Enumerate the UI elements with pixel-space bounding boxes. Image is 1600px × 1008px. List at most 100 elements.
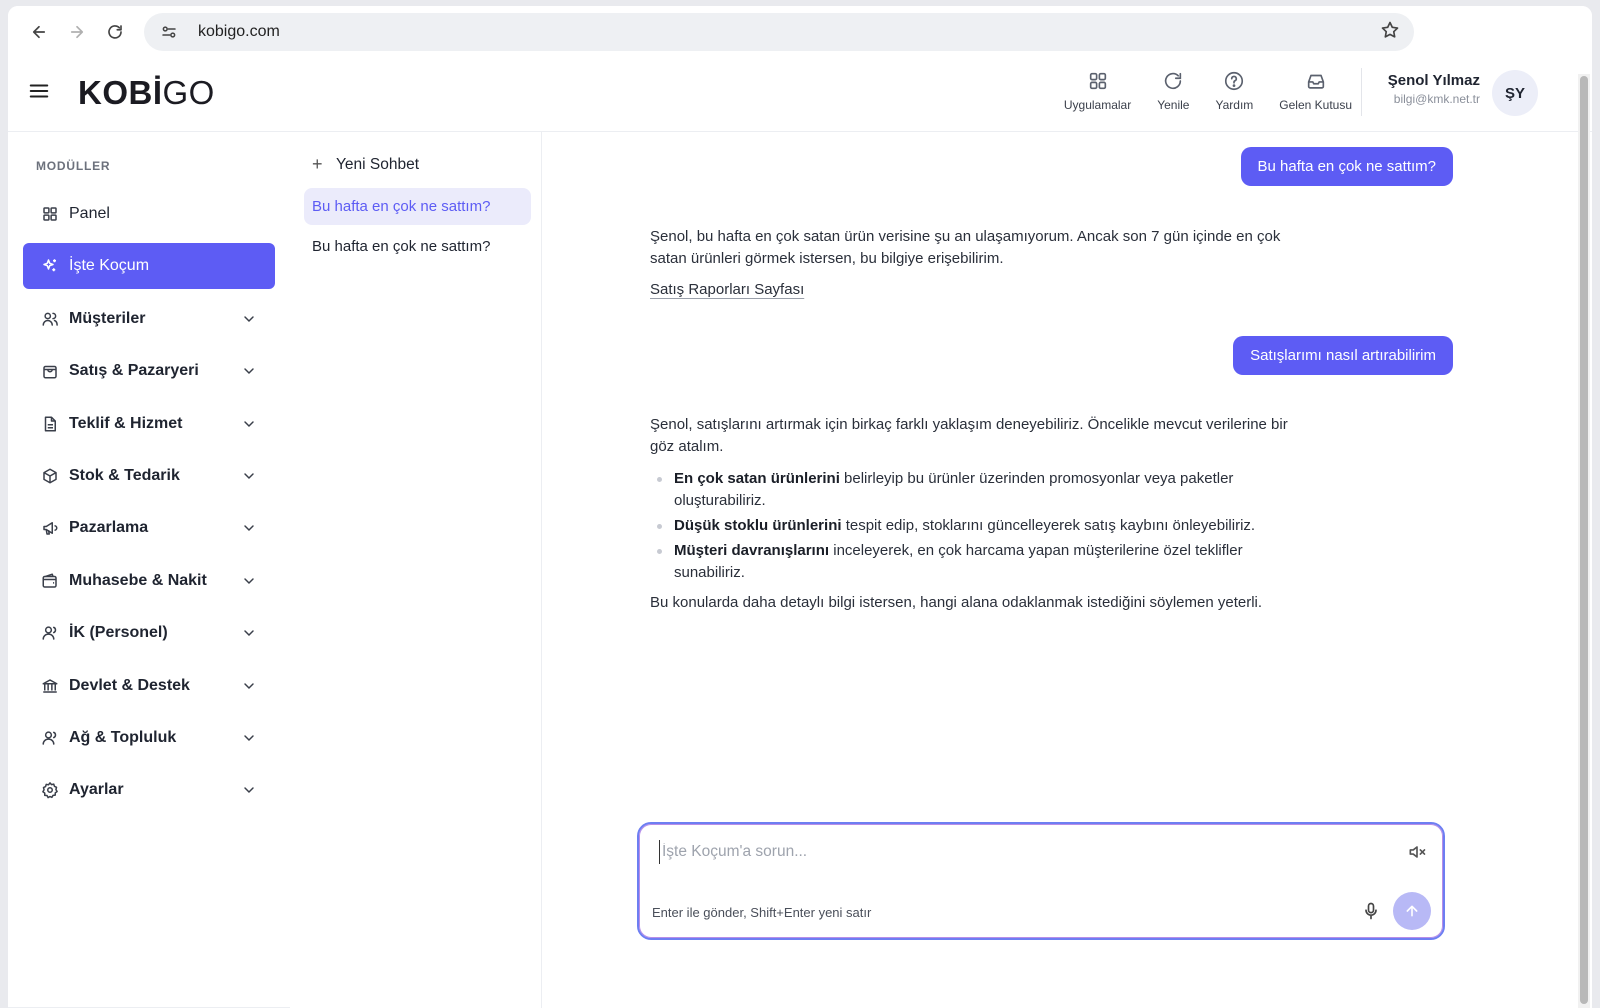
list-item: En çok satan ürünlerini belirleyip bu ür… bbox=[650, 468, 1310, 512]
mute-speaker-icon[interactable] bbox=[1407, 842, 1427, 862]
microphone-icon[interactable] bbox=[1361, 901, 1381, 921]
list-item: Müşteri davranışlarını inceleyerek, en ç… bbox=[650, 540, 1310, 584]
assistant-message: Şenol, bu hafta en çok satan ürün verisi… bbox=[650, 226, 1310, 301]
url-text[interactable]: kobigo.com bbox=[198, 23, 1380, 41]
sales-reports-link[interactable]: Satış Raporları Sayfası bbox=[650, 279, 804, 301]
sidebar-item-label: Teklif & Hizmet bbox=[69, 414, 183, 432]
refresh-label: Yenile bbox=[1157, 98, 1190, 112]
refresh-icon bbox=[1165, 72, 1182, 90]
sidebar-item-label: Devlet & Destek bbox=[69, 676, 190, 694]
chevron-down-icon bbox=[244, 368, 254, 375]
sidebar-item-label: Stok & Tedarik bbox=[69, 466, 180, 484]
arrow-left-icon bbox=[32, 25, 46, 39]
apps-button[interactable]: Uygulamalar bbox=[1064, 68, 1131, 112]
assistant-suggestion-list: En çok satan ürünlerini belirleyip bu ür… bbox=[650, 468, 1310, 584]
forward-button[interactable] bbox=[60, 15, 94, 49]
app-logo[interactable]: KOBİGO bbox=[78, 74, 215, 112]
chevron-down-icon bbox=[244, 420, 254, 427]
sidebar-item-label: Satış & Pazaryeri bbox=[69, 362, 199, 380]
sidebar-item-label: Panel bbox=[69, 205, 110, 222]
user-message: Satışlarımı nasıl artırabilirim bbox=[1233, 336, 1453, 375]
sidebar-item-label: Ağ & Topluluk bbox=[69, 728, 177, 746]
composer-hint: Enter ile gönder, Shift+Enter yeni satır bbox=[652, 905, 872, 920]
reload-button[interactable] bbox=[98, 15, 132, 49]
sidebar-item-teklif-hizmet[interactable]: Teklif & Hizmet bbox=[23, 401, 275, 447]
scrollbar-thumb[interactable] bbox=[1580, 76, 1588, 1004]
inbox-icon bbox=[1307, 74, 1324, 89]
bookmark-star-icon[interactable] bbox=[1380, 20, 1400, 45]
list-item-bold: Düşük stoklu ürünlerini bbox=[674, 517, 842, 534]
wallet-icon bbox=[41, 572, 59, 590]
menu-toggle-button[interactable] bbox=[28, 80, 50, 102]
arrow-up-icon bbox=[1406, 905, 1418, 917]
inbox-button[interactable]: Gelen Kutusu bbox=[1279, 68, 1352, 112]
sidebar-item-stok-tedarik[interactable]: Stok & Tedarik bbox=[23, 453, 275, 499]
sidebar-item-ayarlar[interactable]: Ayarlar bbox=[23, 767, 275, 813]
hamburger-icon bbox=[29, 84, 49, 98]
inbox-label: Gelen Kutusu bbox=[1279, 98, 1352, 112]
sidebar-item-label: Ayarlar bbox=[69, 781, 124, 799]
sidebar-item-musteriler[interactable]: Müşteriler bbox=[23, 296, 275, 342]
assistant-message: Şenol, satışlarını artırmak için birkaç … bbox=[650, 414, 1310, 623]
history-item[interactable]: Bu hafta en çok ne sattım? bbox=[304, 188, 531, 225]
help-button[interactable]: Yardım bbox=[1215, 68, 1253, 112]
chat-history-panel: + Yeni Sohbet Bu hafta en çok ne sattım?… bbox=[290, 132, 542, 1008]
chevron-down-icon bbox=[244, 682, 254, 689]
header-divider bbox=[1361, 68, 1362, 116]
dashboard-icon bbox=[41, 205, 59, 223]
sidebar-menu: Panel İşte Koçum Müşteriler Satış & Paza… bbox=[8, 191, 290, 813]
sidebar-item-label: İşte Koçum bbox=[69, 257, 150, 275]
network-icon bbox=[41, 729, 59, 747]
assistant-message-intro: Şenol, satışlarını artırmak için birkaç … bbox=[650, 416, 1288, 455]
refresh-button[interactable]: Yenile bbox=[1157, 68, 1189, 112]
sidebar-item-label: Muhasebe & Nakit bbox=[69, 571, 207, 589]
sidebar-item-label: İK (Personel) bbox=[69, 624, 168, 642]
sidebar-item-muhasebe-nakit[interactable]: Muhasebe & Nakit bbox=[23, 558, 275, 604]
gear-icon bbox=[41, 781, 59, 799]
app-header: KOBİGO Uygulamalar Yenile Yardım Gelen K… bbox=[8, 58, 1592, 132]
box-icon bbox=[41, 467, 59, 485]
avatar[interactable]: ŞY bbox=[1492, 70, 1538, 116]
message-input[interactable] bbox=[659, 840, 1359, 864]
arrow-right-icon bbox=[70, 25, 84, 39]
user-info[interactable]: Şenol Yılmaz bilgi@kmk.net.tr bbox=[1388, 72, 1480, 106]
sidebar-item-label: Müşteriler bbox=[69, 309, 146, 327]
site-settings-icon[interactable] bbox=[158, 21, 180, 43]
help-label: Yardım bbox=[1215, 98, 1254, 112]
sidebar-item-devlet-destek[interactable]: Devlet & Destek bbox=[23, 663, 275, 709]
sidebar-item-satis-pazaryeri[interactable]: Satış & Pazaryeri bbox=[23, 348, 275, 394]
sparkles-icon bbox=[41, 257, 59, 275]
new-chat-label: Yeni Sohbet bbox=[336, 155, 420, 173]
chevron-down-icon bbox=[244, 525, 254, 532]
chevron-down-icon bbox=[244, 316, 254, 322]
sidebar-item-pazarlama[interactable]: Pazarlama bbox=[23, 505, 275, 551]
back-button[interactable] bbox=[22, 15, 56, 49]
page-scrollbar[interactable] bbox=[1578, 74, 1590, 1008]
user-message: Bu hafta en çok ne sattım? bbox=[1240, 147, 1453, 186]
send-button[interactable] bbox=[1393, 892, 1431, 930]
document-icon bbox=[41, 415, 59, 433]
help-icon bbox=[1225, 71, 1244, 91]
user-name: Şenol Yılmaz bbox=[1387, 72, 1480, 89]
assistant-message-outro: Bu konularda daha detaylı bilgi istersen… bbox=[650, 594, 1263, 611]
logo-bold-text: KOBİ bbox=[78, 74, 163, 111]
chevron-down-icon bbox=[244, 787, 254, 794]
reload-icon bbox=[108, 25, 122, 39]
chevron-down-icon bbox=[244, 473, 254, 479]
sidebar-item-iste-kocum[interactable]: İşte Koçum bbox=[23, 243, 275, 290]
message-composer: Enter ile gönder, Shift+Enter yeni satır bbox=[637, 822, 1445, 940]
new-chat-button[interactable]: + Yeni Sohbet bbox=[312, 154, 541, 175]
user-email: bilgi@kmk.net.tr bbox=[1393, 92, 1480, 106]
sidebar-item-ag-topluluk[interactable]: Ağ & Topluluk bbox=[23, 715, 275, 761]
address-bar[interactable]: kobigo.com bbox=[144, 13, 1414, 51]
sidebar-item-panel[interactable]: Panel bbox=[23, 191, 275, 237]
history-item[interactable]: Bu hafta en çok ne sattım? bbox=[304, 228, 531, 265]
chat-panel: Bu hafta en çok ne sattım? Şenol, bu haf… bbox=[542, 132, 1548, 1008]
browser-window: kobigo.com KOBİGO Uygulamalar Yenile Yar… bbox=[8, 6, 1592, 1008]
chevron-down-icon bbox=[244, 735, 254, 741]
sidebar-item-ik-personel[interactable]: İK (Personel) bbox=[23, 610, 275, 656]
user-icon bbox=[41, 624, 59, 642]
plus-icon: + bbox=[312, 154, 323, 174]
apps-label: Uygulamalar bbox=[1063, 98, 1132, 112]
shopping-bag-icon bbox=[41, 362, 59, 380]
